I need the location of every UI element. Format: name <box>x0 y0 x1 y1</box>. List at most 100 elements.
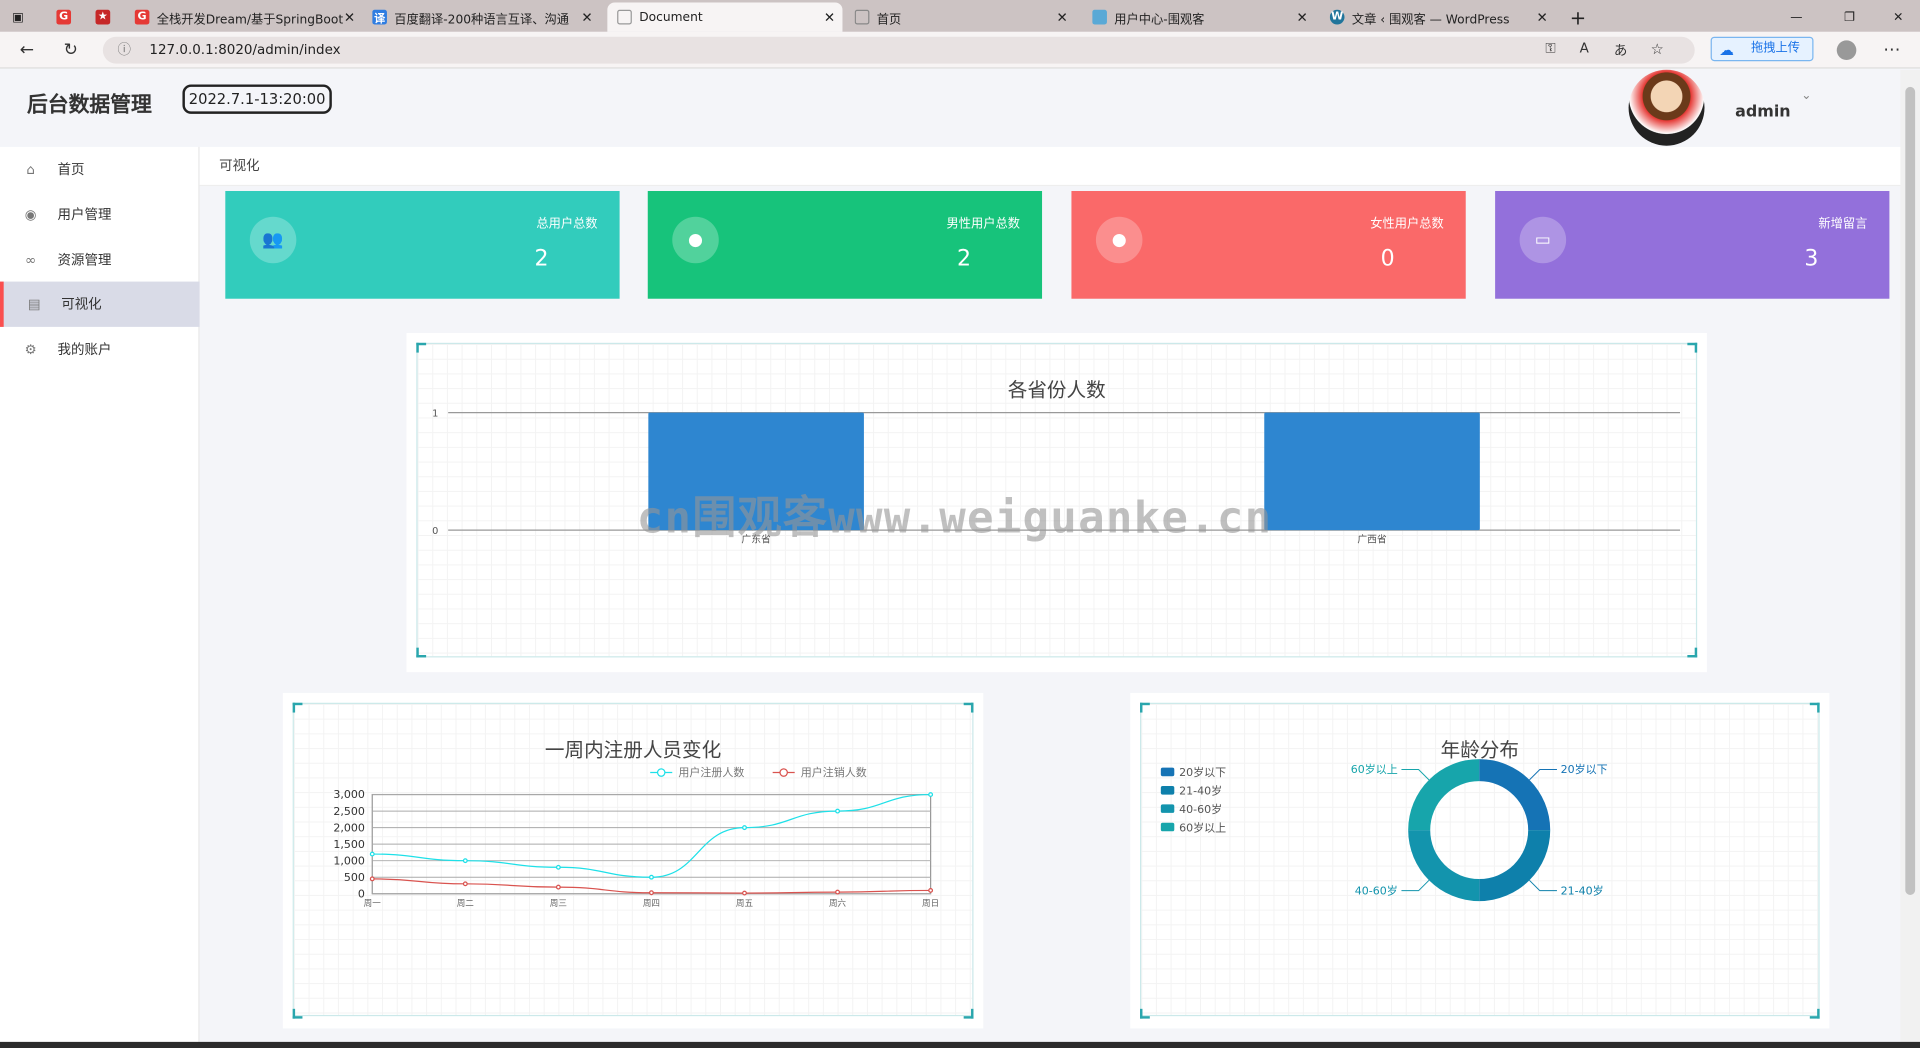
data-point <box>742 890 747 896</box>
translate-icon: 译 <box>372 9 387 25</box>
g-logo-icon: G <box>134 9 150 25</box>
sidebar-item-visualization[interactable]: ▤ 可视化 <box>0 281 200 327</box>
page-icon <box>617 9 632 25</box>
sidebar-item-label: 我的账户 <box>57 341 112 358</box>
tab-actions-icon[interactable]: ▣ <box>12 2 34 31</box>
sidebar-item-label: 可视化 <box>61 296 102 313</box>
bar <box>1264 412 1480 531</box>
legend-marker-dot <box>656 768 666 777</box>
minimize-icon[interactable]: — <box>1790 2 1810 31</box>
sidebar-item-label: 资源管理 <box>57 252 112 269</box>
upload-button[interactable]: ☁ 拖拽上传 <box>1710 36 1814 62</box>
legend-label: 用户注册人数 <box>678 765 744 779</box>
more-menu-icon[interactable]: ⋯ <box>1883 40 1900 60</box>
y-tick-label: 500 <box>344 871 365 884</box>
wordpress-icon: W <box>1329 9 1345 25</box>
upload-label: 拖拽上传 <box>1751 41 1801 56</box>
sidebar-item-account[interactable]: ⚙ 我的账户 <box>0 327 200 372</box>
label-leader <box>1529 768 1557 781</box>
close-icon[interactable]: ✕ <box>581 9 592 25</box>
window-close-icon[interactable]: ✕ <box>1893 2 1913 31</box>
stat-value: 3 <box>1804 246 1819 272</box>
sidebar-item-users[interactable]: ◉ 用户管理 <box>0 192 200 237</box>
x-tick-label: 周三 <box>550 898 567 909</box>
stat-label: 男性用户总数 <box>946 217 1021 232</box>
pinned-tab-g[interactable]: G <box>56 2 78 31</box>
sidebar-item-home[interactable]: ⌂ 首页 <box>0 147 200 192</box>
y-tick-label: 3,000 <box>333 788 365 801</box>
slice-label: 60岁以上 <box>1351 762 1398 776</box>
g-logo-icon: G <box>56 9 72 25</box>
page-icon <box>854 9 870 25</box>
close-icon[interactable]: ✕ <box>1536 9 1547 25</box>
new-tab-button[interactable]: + <box>1570 2 1590 31</box>
app-header: 后台数据管理 2022.7.1-13:20:00 admin ⌄ <box>0 69 1901 147</box>
users-icon: 👥 <box>249 216 297 264</box>
clipboard-icon: ▤ <box>27 296 41 313</box>
tab-baidu-translate[interactable]: 译百度翻译-200种语言互译、沟通 ✕ <box>372 2 600 31</box>
stat-card-total-users: 👥 总用户总数 2 <box>225 190 620 299</box>
stat-card-female-users: ● 女性用户总数 0 <box>1071 190 1466 299</box>
key-icon[interactable]: ⚿ <box>1545 40 1555 57</box>
translate-icon[interactable]: あ <box>1614 40 1627 60</box>
legend-label: 40-60岁 <box>1179 802 1222 816</box>
y-tick-label: 1,500 <box>333 838 365 851</box>
cloud-icon: ☁ <box>1719 41 1734 59</box>
y-tick-label: 1,000 <box>333 854 365 867</box>
sidebar-item-label: 用户管理 <box>57 206 112 223</box>
sidebar: ⌂ 首页 ◉ 用户管理 ∞ 资源管理 ▤ 可视化 ⚙ 我的账户 <box>0 146 200 1048</box>
tab-label: 首页 <box>876 12 902 27</box>
watermark-text: cn围观客www.weiguanke.cn <box>636 493 1273 544</box>
browser-window: ▣ G ★ G 全栈开发Dream/基于SpringBoot ✕ 译百度翻译-200… <box>0 0 1920 1048</box>
read-aloud-icon[interactable]: A <box>1580 40 1589 56</box>
stat-label: 新增留言 <box>1818 217 1868 232</box>
close-icon[interactable]: ✕ <box>824 9 835 25</box>
user-icon: ● <box>1095 216 1143 264</box>
data-point <box>928 792 934 798</box>
data-point <box>742 825 747 831</box>
x-tick-label: 周四 <box>643 898 660 909</box>
data-point <box>835 808 841 814</box>
data-point <box>648 890 654 896</box>
taskbar <box>0 1041 1920 1048</box>
close-icon[interactable]: ✕ <box>1056 9 1067 25</box>
tab-wordpress[interactable]: W 文章 ‹ 围观客 — WordPress ✕ <box>1329 2 1555 31</box>
tab-label: 全栈开发Dream/基于SpringBoot <box>156 12 344 27</box>
sidebar-item-resources[interactable]: ∞ 资源管理 <box>0 238 200 283</box>
scrollbar-thumb[interactable] <box>1905 86 1916 895</box>
restore-icon[interactable]: ❐ <box>1844 2 1864 31</box>
data-point <box>369 851 375 857</box>
sidebar-item-label: 首页 <box>57 161 85 178</box>
y-tick-label: 2,000 <box>333 821 365 834</box>
profile-icon[interactable] <box>1836 40 1857 60</box>
line-chart: 05001,0001,5002,0002,5003,000周一 周二 周三 周四 周五周… <box>333 765 939 909</box>
tab-home[interactable]: 首页 ✕ <box>854 2 1075 31</box>
stat-card-male-users: ● 男性用户总数 2 <box>647 190 1043 299</box>
label-leader <box>1401 879 1430 892</box>
avatar[interactable] <box>1628 69 1705 146</box>
x-tick-label: 周二 <box>457 898 475 909</box>
stat-card-new-messages: ▭ 新增留言 3 <box>1495 190 1890 299</box>
pinned-tab-flag[interactable]: ★ <box>95 2 118 31</box>
chevron-down-icon[interactable]: ⌄ <box>1801 89 1811 102</box>
favorite-icon[interactable]: ☆ <box>1651 40 1664 57</box>
back-arrow-icon[interactable]: ← <box>20 40 34 60</box>
series-line <box>372 793 931 878</box>
flag-icon: ★ <box>95 9 111 25</box>
y-tick-label: 0 <box>432 526 438 537</box>
x-tick-label: 周六 <box>829 897 847 909</box>
reload-icon[interactable]: ↻ <box>64 40 78 60</box>
data-point <box>369 876 375 882</box>
close-icon[interactable]: ✕ <box>1296 9 1307 25</box>
data-point <box>835 889 841 895</box>
legend-marker-dot <box>779 768 788 777</box>
tab-user-center[interactable]: 用户中心-围观客 ✕ <box>1092 2 1315 31</box>
legend-marker <box>1160 804 1175 813</box>
tab-document[interactable]: Document ✕ <box>607 2 843 32</box>
address-input[interactable]: ⓘ 127.0.0.1:8020/admin/index <box>102 36 1695 64</box>
username[interactable]: admin <box>1735 103 1791 121</box>
page-scrollbar[interactable] <box>1900 69 1920 1048</box>
tab-springboot[interactable]: G 全栈开发Dream/基于SpringBoot ✕ <box>134 2 363 31</box>
datetime-badge: 2022.7.1-13:20:00 <box>182 84 332 114</box>
close-icon[interactable]: ✕ <box>344 9 355 25</box>
